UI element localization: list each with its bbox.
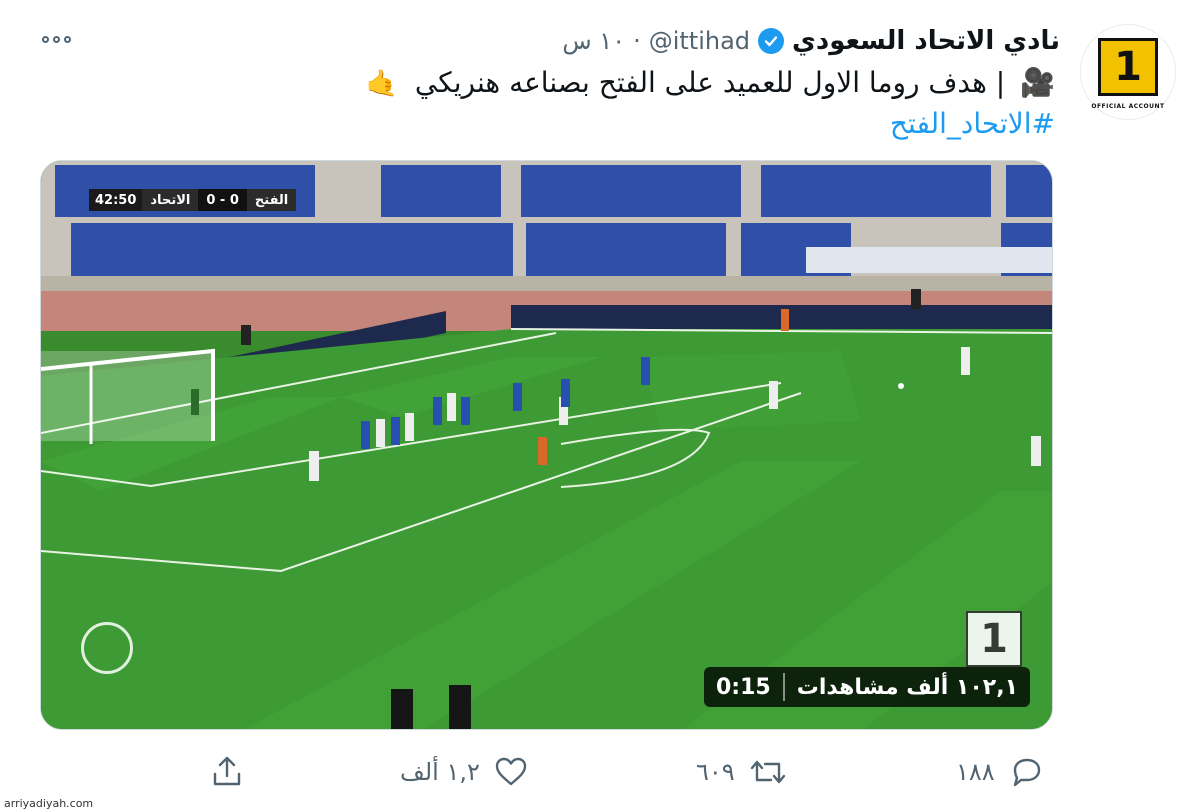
club-logo-mark: 1 <box>1098 38 1158 96</box>
team-away: الاتحاد <box>142 189 199 211</box>
tweet-card: 1 OFFICIAL ACCOUNT نادي الاتحاد السعودي … <box>0 0 1200 812</box>
like-count: ١,٢ ألف <box>400 758 480 786</box>
video-player[interactable]: 42:50 الاتحاد 0 - 0 الفتح 1 0:15 ١٠٢,١ أ… <box>40 160 1053 730</box>
like-button[interactable]: ١,٢ ألف <box>400 756 528 788</box>
site-watermark: arriyadiyah.com <box>4 797 94 810</box>
tweet-header: نادي الاتحاد السعودي @ittihad · ١٠ س <box>562 24 1060 58</box>
reply-button[interactable]: ١٨٨ <box>956 756 1043 788</box>
heart-icon <box>494 756 528 788</box>
tweet-text: 🎥 | هدف روما الاول للعميد على الفتح بصنا… <box>195 64 1055 103</box>
match-clock: 42:50 <box>89 189 143 211</box>
video-camera-icon: 🎥 <box>1020 66 1055 99</box>
retweet-icon <box>749 756 787 788</box>
retweet-button[interactable]: ٦٠٩ <box>696 756 787 788</box>
video-frame <box>41 161 1052 729</box>
view-count: ١٠٢,١ ألف مشاهدات <box>796 674 1018 700</box>
reply-icon <box>1009 756 1043 788</box>
match-score: 0 - 0 <box>198 189 247 211</box>
share-button[interactable] <box>210 754 244 788</box>
video-duration: 0:15 <box>715 674 771 700</box>
avatar[interactable]: 1 OFFICIAL ACCOUNT <box>1080 24 1176 120</box>
club-watermark-icon: 1 <box>966 611 1022 667</box>
tweet-body: | هدف روما الاول للعميد على الفتح بصناعه… <box>414 66 1006 99</box>
tweet-timestamp[interactable]: ١٠ س <box>562 27 625 55</box>
user-handle[interactable]: @ittihad <box>649 27 750 55</box>
more-options-icon[interactable] <box>42 36 71 43</box>
retweet-count: ٦٠٩ <box>696 758 735 786</box>
scoreboard: 42:50 الاتحاد 0 - 0 الفتح <box>89 189 297 211</box>
separator-dot: · <box>633 27 641 55</box>
team-home: الفتح <box>246 189 297 211</box>
league-logo-icon <box>81 622 133 674</box>
verified-badge-icon <box>758 28 785 54</box>
display-name[interactable]: نادي الاتحاد السعودي <box>792 26 1060 56</box>
club-logo: 1 OFFICIAL ACCOUNT <box>1090 34 1166 110</box>
tweet-actions: ١٨٨ ٦٠٩ ١,٢ ألف <box>0 752 1200 796</box>
avatar-caption: OFFICIAL ACCOUNT <box>1091 103 1165 110</box>
hand-emoji-icon: 🤙 <box>365 69 399 99</box>
reply-count: ١٨٨ <box>956 758 995 786</box>
hashtag-link[interactable]: #الاتحاد_الفتح <box>890 106 1055 142</box>
share-icon <box>210 754 244 788</box>
video-info-badge: 0:15 ١٠٢,١ ألف مشاهدات <box>703 667 1030 707</box>
